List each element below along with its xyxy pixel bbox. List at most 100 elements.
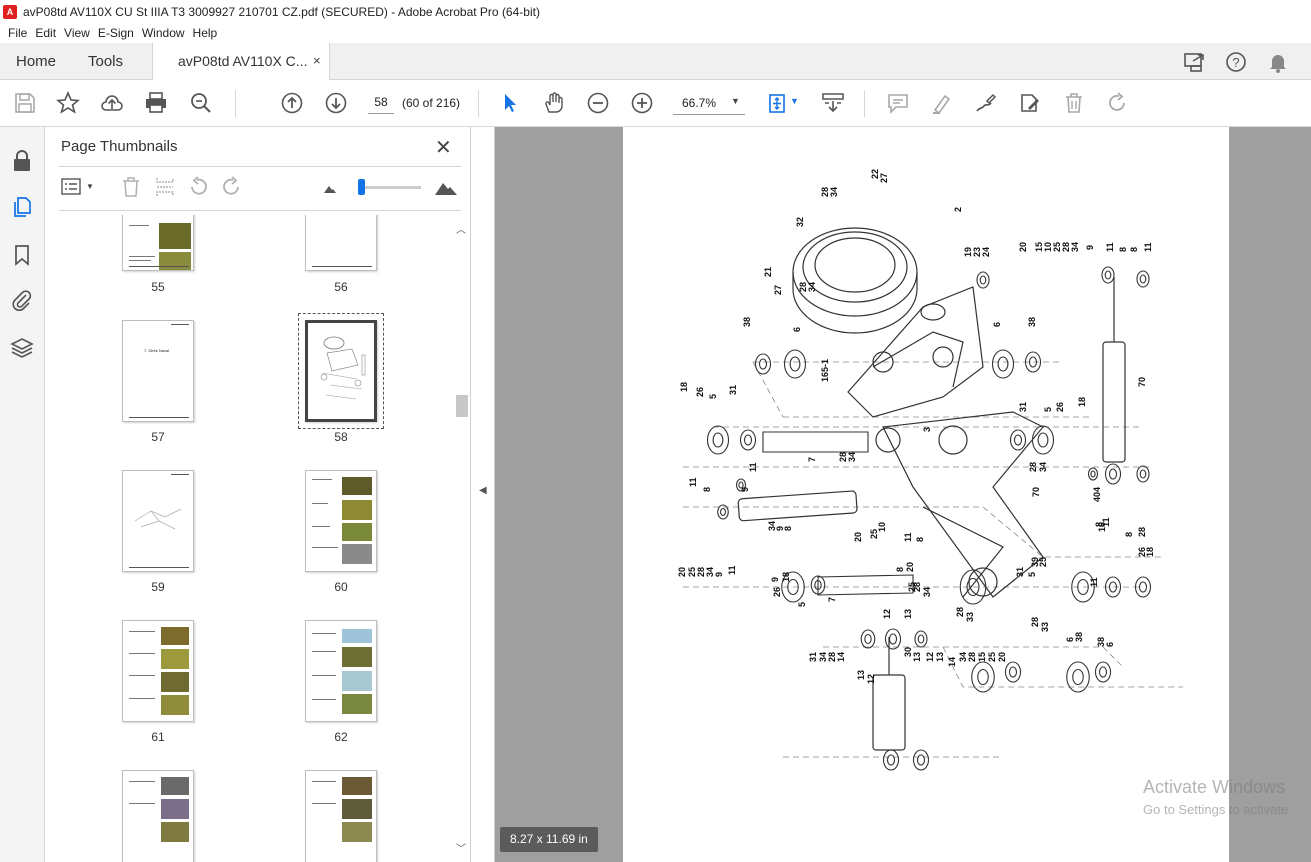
- menu-edit[interactable]: Edit: [35, 26, 56, 40]
- slider-handle[interactable]: [358, 179, 365, 195]
- redo-icon[interactable]: [1106, 91, 1130, 115]
- scrollbar-thumb[interactable]: [456, 395, 468, 417]
- page-thumbnail[interactable]: [122, 470, 194, 572]
- callout-number: 38: [1074, 632, 1084, 642]
- callout-number: 18: [1145, 547, 1155, 557]
- menu-file[interactable]: File: [8, 26, 27, 40]
- delete-page-icon[interactable]: [120, 176, 142, 198]
- washer-hole: [864, 633, 872, 645]
- lock-icon[interactable]: [10, 149, 34, 173]
- scroll-down-icon[interactable]: ﹀: [456, 840, 466, 855]
- print-icon[interactable]: [144, 91, 168, 115]
- thumbnail-label: 57: [151, 430, 165, 444]
- edit-icon[interactable]: [1018, 91, 1042, 115]
- comment-icon[interactable]: [886, 91, 910, 115]
- washer: [914, 630, 928, 648]
- divider: [59, 166, 461, 167]
- page-thumbnail[interactable]: [305, 620, 377, 722]
- rotate-right-icon[interactable]: [221, 176, 243, 198]
- title-bar: A avP08td AV110X CU St IIIA T3 3009927 2…: [0, 0, 1311, 23]
- callout-number: 11: [688, 477, 698, 487]
- callout-number: 7: [827, 597, 837, 602]
- bookmark-icon[interactable]: [10, 243, 34, 267]
- sign-icon[interactable]: [974, 91, 998, 115]
- highlight-icon[interactable]: [930, 91, 954, 115]
- callout-number: 2: [953, 207, 963, 212]
- page-thumbnail[interactable]: [122, 215, 194, 271]
- page-thumbnail[interactable]: [122, 770, 194, 862]
- delete-icon[interactable]: [1062, 91, 1086, 115]
- page-thumbnails-icon[interactable]: [10, 195, 34, 219]
- large-mountain-icon[interactable]: [434, 177, 458, 197]
- scroll-up-icon[interactable]: ︿: [456, 221, 466, 236]
- extract-page-icon[interactable]: [154, 176, 176, 198]
- callout-number: 28: [1030, 617, 1040, 627]
- page-thumbnail[interactable]: [305, 215, 377, 271]
- washer: [706, 425, 730, 455]
- tab-bar: Home Tools avP08td AV110X C... × ?: [0, 43, 1311, 81]
- options-menu-icon[interactable]: [61, 177, 83, 197]
- page-thumbnail[interactable]: [305, 470, 377, 572]
- callout-number: 9: [740, 487, 750, 492]
- thumbnail-label: 56: [334, 280, 348, 294]
- callout-number: 13: [856, 670, 866, 680]
- menu-help[interactable]: Help: [193, 26, 218, 40]
- menu-window[interactable]: Window: [142, 26, 185, 40]
- page-fit-icon[interactable]: [765, 91, 789, 115]
- tab-document[interactable]: avP08td AV110X C... ×: [152, 43, 330, 81]
- panel-collapse-strip[interactable]: ◀: [471, 127, 495, 862]
- page-thumbnail[interactable]: [122, 620, 194, 722]
- attachment-icon[interactable]: [10, 288, 34, 312]
- thumbnails-scrollbar[interactable]: ︿ ﹀: [453, 215, 470, 862]
- chevron-down-icon: ▼: [731, 96, 740, 106]
- callout-number: 34: [829, 187, 839, 197]
- page-thumbnail[interactable]: [305, 770, 377, 862]
- tab-home[interactable]: Home: [16, 53, 56, 70]
- callout-number: 28: [955, 607, 965, 617]
- bookmark-star-icon[interactable]: [56, 91, 80, 115]
- tab-tools[interactable]: Tools: [88, 53, 123, 70]
- zoom-out-icon[interactable]: [586, 91, 610, 115]
- washer-hole: [1104, 270, 1112, 280]
- small-mountain-icon[interactable]: [323, 181, 337, 195]
- zoom-level-select[interactable]: 66.7% ▼: [673, 91, 745, 115]
- callout-number: 27: [879, 173, 889, 183]
- select-cursor-icon[interactable]: [498, 91, 522, 115]
- page-fit-dropdown-icon[interactable]: ▼: [790, 96, 799, 106]
- document-view[interactable]: 28 34 22 27 32 2 21 27 19 23 24 20 15 10 25 28 34 9 11 8 8 11…: [495, 127, 1311, 862]
- layers-icon[interactable]: [10, 336, 34, 360]
- washer: [783, 349, 807, 379]
- washer-hole: [1108, 468, 1118, 480]
- help-icon[interactable]: ?: [1224, 51, 1248, 73]
- callout-number: 31: [1015, 567, 1025, 577]
- next-page-icon[interactable]: [324, 91, 348, 115]
- page-number-input[interactable]: 58: [368, 90, 394, 114]
- scroll-mode-icon[interactable]: [821, 91, 845, 115]
- washer-hole: [886, 754, 896, 766]
- notification-bell-icon[interactable]: [1266, 51, 1290, 73]
- callout-number: 31: [1018, 402, 1028, 412]
- hand-icon[interactable]: [542, 91, 566, 115]
- washer: [884, 628, 902, 650]
- washer: [971, 661, 995, 693]
- prev-page-icon[interactable]: [280, 91, 304, 115]
- rotate-left-icon[interactable]: [187, 176, 209, 198]
- upload-icon[interactable]: [100, 91, 124, 115]
- washer-hole: [979, 275, 987, 285]
- search-zoom-icon[interactable]: [189, 91, 213, 115]
- callout-number: 9: [770, 577, 780, 582]
- menu-view[interactable]: View: [64, 26, 90, 40]
- chevron-down-icon[interactable]: ▼: [86, 182, 94, 191]
- close-panel-icon[interactable]: ✕: [435, 135, 452, 160]
- page-thumbnail[interactable]: 7. Direk Naval: [122, 320, 194, 422]
- save-icon[interactable]: [13, 91, 37, 115]
- menu-esign[interactable]: E-Sign: [98, 26, 134, 40]
- share-screen-icon[interactable]: [1183, 51, 1207, 73]
- close-tab-icon[interactable]: ×: [313, 53, 321, 68]
- callout-number: 11: [903, 532, 913, 542]
- zoom-in-icon[interactable]: [630, 91, 654, 115]
- page-thumbnail-selected[interactable]: [305, 320, 377, 422]
- collapse-arrow-icon[interactable]: ◀: [479, 485, 487, 496]
- callout-number: 31: [728, 385, 738, 395]
- thumbnail-size-slider[interactable]: [359, 186, 421, 189]
